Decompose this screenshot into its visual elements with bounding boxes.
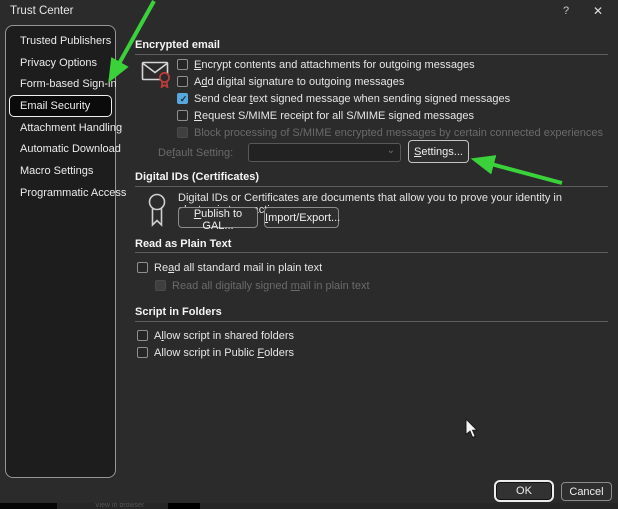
section-title-encrypted-email: Encrypted email (135, 39, 220, 51)
checkbox-block-smime-processing (177, 127, 188, 138)
checkbox-add-digital-signature[interactable] (177, 76, 188, 87)
background-window-strip: View in browser (0, 503, 618, 509)
checkbox-label: Block processing of S/MIME encrypted mes… (194, 126, 604, 139)
encrypted-email-options: Encrypt contents and attachments for out… (177, 56, 603, 141)
sidebar-item-macro-settings[interactable]: Macro Settings (9, 160, 112, 182)
default-setting-dropdown: ⌄ (248, 143, 401, 162)
close-icon[interactable]: ✕ (589, 3, 607, 20)
checkbox-read-standard-mail[interactable] (137, 262, 148, 273)
sidebar-item-attachment-handling[interactable]: Attachment Handling (9, 117, 122, 139)
script-folder-options: Allow script in shared folders Allow scr… (137, 327, 294, 361)
background-partial-text: View in browser (95, 503, 145, 509)
sidebar-item-form-based-sign-in[interactable]: Form-based Sign-in (9, 73, 117, 95)
checkbox-label[interactable]: Allow script in Public Folders (154, 347, 294, 359)
checkbox-send-clear-text[interactable] (177, 93, 189, 105)
option-row-read-standard-mail: Read all standard mail in plain text (137, 259, 322, 276)
checkbox-label[interactable]: Add digital signature to outgoing messag… (194, 76, 404, 88)
checkbox-label[interactable]: Allow script in shared folders (154, 330, 294, 342)
publish-to-gal-button[interactable]: Publish to GAL... (178, 207, 258, 232)
ok-button[interactable]: OK (494, 480, 554, 502)
sidebar-item-email-security[interactable]: Email Security (9, 95, 112, 117)
sidebar: Trusted Publishers Privacy Options Form-… (5, 25, 126, 478)
option-row-block-smime-processing: Block processing of S/MIME encrypted mes… (177, 124, 603, 141)
section-title-read-plain-text: Read as Plain Text (135, 238, 232, 250)
title-bar: Trust Center ? ✕ (0, 0, 618, 24)
checkbox-request-smime-receipt[interactable] (177, 110, 188, 121)
checkbox-label[interactable]: Encrypt contents and attachments for out… (194, 59, 475, 71)
checkbox-label[interactable]: Read all standard mail in plain text (154, 262, 322, 274)
sidebar-item-automatic-download[interactable]: Automatic Download (9, 138, 121, 160)
default-setting-label: Default Setting: (158, 147, 234, 159)
divider (135, 321, 608, 322)
checkbox-allow-script-public[interactable] (137, 347, 148, 358)
divider (135, 252, 608, 253)
checkbox-label: Read all digitally signed mail in plain … (172, 279, 370, 292)
divider (135, 54, 608, 55)
option-row-encrypt-contents: Encrypt contents and attachments for out… (177, 56, 603, 73)
dialog-title: Trust Center (10, 5, 74, 17)
sidebar-item-trusted-publishers[interactable]: Trusted Publishers (9, 30, 112, 52)
encrypted-envelope-icon (141, 61, 170, 88)
background-segment (0, 503, 57, 509)
checkbox-label[interactable]: Send clear text signed message when send… (194, 93, 510, 105)
option-row-allow-script-public: Allow script in Public Folders (137, 344, 294, 361)
option-row-add-digital-signature: Add digital signature to outgoing messag… (177, 73, 603, 90)
section-title-digital-ids: Digital IDs (Certificates) (135, 171, 260, 183)
settings-button[interactable]: Settings... (408, 140, 469, 163)
help-icon[interactable]: ? (557, 3, 575, 20)
cancel-button[interactable]: Cancel (561, 482, 612, 501)
trust-center-dialog: Trust Center ? ✕ Trusted Publishers Priv… (0, 0, 618, 503)
sidebar-item-privacy-options[interactable]: Privacy Options (9, 52, 112, 74)
background-segment (168, 503, 200, 509)
checkbox-encrypt-contents[interactable] (177, 59, 188, 70)
chevron-down-icon: ⌄ (386, 145, 395, 156)
option-row-read-signed-mail: Read all digitally signed mail in plain … (155, 277, 370, 294)
certificate-ribbon-icon (148, 193, 166, 227)
import-export-button[interactable]: Import/Export... (264, 207, 340, 228)
divider (135, 186, 608, 187)
section-title-script-in-folders: Script in Folders (135, 306, 222, 318)
checkbox-allow-script-shared[interactable] (137, 330, 148, 341)
option-row-send-clear-text: Send clear text signed message when send… (177, 90, 603, 107)
checkbox-read-signed-mail (155, 280, 166, 291)
sidebar-item-programmatic-access[interactable]: Programmatic Access (9, 182, 126, 204)
option-row-request-smime-receipt: Request S/MIME receipt for all S/MIME si… (177, 107, 603, 124)
checkbox-label[interactable]: Request S/MIME receipt for all S/MIME si… (194, 110, 474, 122)
option-row-allow-script-shared: Allow script in shared folders (137, 327, 294, 344)
